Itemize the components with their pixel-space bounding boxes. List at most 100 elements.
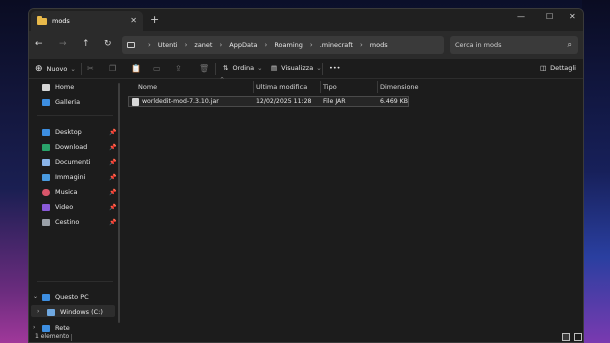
sidebar-item-download[interactable]: Download [42,143,87,151]
details-view-icon[interactable] [562,333,570,341]
sidebar-item-recycle-bin[interactable]: Cestino [42,218,79,226]
chevron-right-icon: › [359,41,363,49]
chevron-down-icon: ⌄ [70,65,76,73]
desktop-icon [42,128,50,136]
column-divider[interactable] [253,81,254,93]
sidebar-item-label: Documenti [55,158,91,166]
view-label: Visualizza [281,64,314,72]
sidebar-item-label: Questo PC [55,293,89,301]
share-icon[interactable]: ⇪ [175,64,182,73]
column-divider[interactable] [377,81,378,93]
sort-icon: ⇅ [223,64,229,72]
file-size: 6.469 KB [380,98,408,105]
breadcrumb-item[interactable]: Roaming [274,41,303,49]
tab-mods[interactable]: mods ✕ [31,11,143,31]
sidebar-item-this-pc[interactable]: Questo PC [42,293,89,301]
back-button[interactable]: ← [35,39,43,49]
sidebar-item-network[interactable]: Rete [42,324,70,332]
tab-title: mods [52,17,70,25]
download-icon [42,143,50,151]
breadcrumb-item[interactable]: zanet [194,41,212,49]
new-button[interactable]: ⊕ Nuovo ⌄ [35,64,76,74]
chevron-right-icon[interactable]: › [37,308,39,315]
sidebar-item-label: Cestino [55,218,80,226]
column-divider[interactable] [320,81,321,93]
breadcrumb-item[interactable]: AppData [229,41,257,49]
file-list: ^ Nome Ultima modifica Tipo Dimensione w… [124,77,583,333]
new-tab-button[interactable]: + [150,13,159,26]
sidebar-divider [37,115,113,116]
file-modified: 12/02/2025 11:28 [256,98,312,105]
details-pane-icon: ◫ [540,64,547,72]
recycle-bin-icon [42,218,50,226]
sidebar-item-label: Galleria [55,98,81,106]
close-window-button[interactable]: ✕ [569,12,576,21]
column-header-name[interactable]: Nome [138,81,157,93]
sidebar-item-desktop[interactable]: Desktop [42,128,82,136]
column-header-size[interactable]: Dimensione [380,81,419,93]
toolbar-divider [322,63,323,75]
column-header-modified[interactable]: Ultima modifica [256,81,307,93]
chevron-right-icon: › [219,41,223,49]
sidebar-item-documents[interactable]: Documenti [42,158,90,166]
chevron-down-icon[interactable]: ⌄ [33,293,38,300]
paste-icon[interactable]: 📋 [131,64,141,73]
maximize-button[interactable]: ☐ [546,12,553,21]
sidebar-item-label: Home [55,83,75,91]
new-label: Nuovo [46,65,68,73]
search-icon: ⌕ [567,40,572,49]
pin-icon: 📌 [109,174,117,181]
pin-icon: 📌 [109,189,117,196]
sidebar-item-home[interactable]: Home [42,83,74,91]
computer-icon [127,42,135,48]
copy-icon[interactable]: ❐ [109,64,116,73]
sort-button[interactable]: ⇅ Ordina ⌄ [223,64,263,72]
sidebar-item-pictures[interactable]: Immagini [42,173,85,181]
up-button[interactable]: ↑ [82,39,90,49]
forward-button[interactable]: → [59,39,67,49]
sidebar-item-music[interactable]: Musica [42,188,77,196]
chevron-down-icon: ⌄ [257,64,263,72]
close-tab-icon[interactable]: ✕ [130,16,137,25]
desktop-wallpaper-right [582,0,610,343]
pin-icon: 📌 [109,144,117,151]
breadcrumb-item[interactable]: mods [370,41,388,49]
pin-icon: 📌 [109,129,117,136]
jar-file-icon [132,98,139,106]
minimize-button[interactable]: — [517,12,525,21]
sidebar-item-video[interactable]: Video [42,203,73,211]
breadcrumb-item[interactable]: .minecraft [320,41,353,49]
sidebar-item-label: Video [55,203,74,211]
sidebar-divider [37,281,113,282]
refresh-button[interactable]: ↻ [104,39,112,49]
navigation-pane: Home Galleria Desktop 📌 Download 📌 Docum… [29,79,117,333]
sidebar-item-label: Rete [55,324,70,332]
network-icon [42,324,50,332]
chevron-down-icon: ⌄ [316,64,322,72]
column-header-type[interactable]: Tipo [323,81,337,93]
details-button[interactable]: ◫ Dettagli [540,64,576,72]
table-row[interactable]: worldedit-mod-7.3.10.jar 12/02/2025 11:2… [128,96,409,107]
breadcrumb-item[interactable]: Utenti [158,41,178,49]
sort-label: Ordina [232,64,255,72]
large-icons-view-icon[interactable] [574,333,582,341]
rename-icon[interactable]: ▭ [153,64,161,73]
search-input[interactable]: Cerca in mods ⌕ [450,36,578,54]
sidebar-item-label: Download [55,143,88,151]
details-label: Dettagli [550,64,576,72]
sidebar-scrollbar[interactable] [118,83,120,323]
file-explorer-window: mods ✕ + — ☐ ✕ ← → ↑ ↻ › Utenti › zanet … [28,8,584,343]
breadcrumb[interactable]: › Utenti › zanet › AppData › Roaming › .… [122,36,444,54]
chevron-right-icon: › [264,41,268,49]
chevron-right-icon: › [148,41,151,49]
chevron-right-icon[interactable]: › [33,324,35,331]
sidebar-item-drive-c[interactable]: Windows (C:) [47,308,103,316]
view-button[interactable]: ▤ Visualizza ⌄ [271,64,322,72]
sidebar-item-gallery[interactable]: Galleria [42,98,80,106]
more-options-button[interactable]: ••• [329,64,341,72]
music-icon [42,188,50,196]
pin-icon: 📌 [109,159,117,166]
plus-icon: ⊕ [35,64,43,74]
delete-icon[interactable]: 🗑 [199,64,209,73]
cut-icon[interactable]: ✂ [87,64,94,73]
